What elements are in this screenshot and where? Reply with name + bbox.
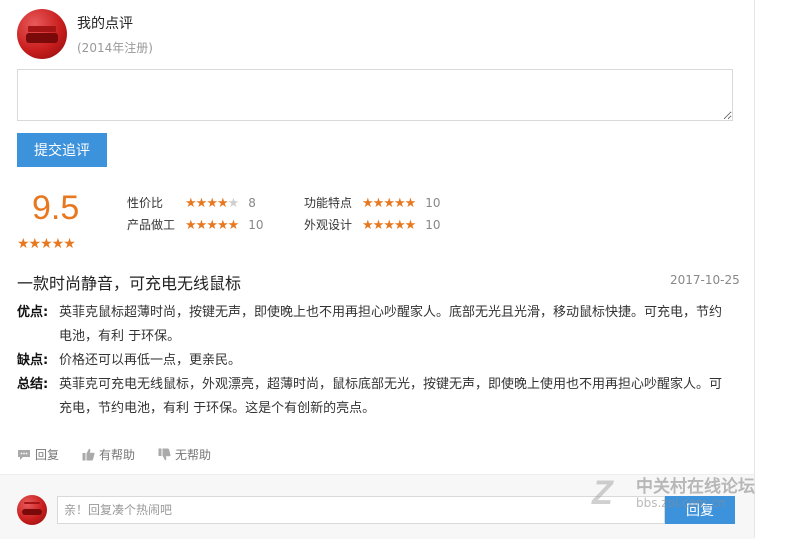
rating-stars: ★★★★★ [185, 218, 240, 234]
star-filled-icon: ★ [372, 218, 385, 233]
star-filled-icon: ★ [362, 196, 374, 211]
rating-workmanship: 产品做工 ★★★★★ 10 [127, 217, 264, 233]
helpful-label: 有帮助 [99, 448, 136, 462]
review-summary: 总结: 英菲克可充电无线鼠标，外观漂亮，超薄时尚，鼠标底部无光，按键无声，即使晚… [17, 373, 727, 421]
overall-score: 9.5 [32, 189, 80, 227]
cons-text: 价格还可以再低一点，更亲民。 [59, 353, 242, 368]
star-filled-icon: ★ [195, 196, 208, 211]
rating-label: 性价比 [127, 196, 164, 210]
rating-value-for-money: 性价比 ★★★★★ 8 [127, 195, 256, 211]
review-title: 一款时尚静音，可充电无线鼠标 [17, 274, 242, 293]
star-filled-icon: ★ [393, 196, 406, 211]
rating-number: 10 [248, 218, 264, 232]
star-filled-icon: ★ [393, 218, 406, 233]
rating-features: 功能特点 ★★★★★ 10 [304, 195, 441, 211]
star-filled-icon: ★ [216, 196, 229, 211]
star-filled-icon: ★ [404, 196, 417, 211]
helpful-action[interactable]: 有帮助 [82, 446, 135, 463]
summary-text: 英菲克可充电无线鼠标，外观漂亮，超薄时尚，鼠标底部无光，按键无声，即使晚上使用也… [59, 377, 723, 416]
unhelpful-label: 无帮助 [175, 448, 212, 462]
rating-stars: ★★★★★ [362, 196, 417, 212]
user-avatar[interactable] [17, 9, 67, 59]
star-filled-icon: ★ [362, 218, 374, 233]
overall-stars: ★★★★★ [17, 236, 76, 252]
rating-appearance: 外观设计 ★★★★★ 10 [304, 217, 441, 233]
unhelpful-action[interactable]: 无帮助 [158, 446, 211, 463]
right-divider [754, 0, 755, 538]
comment-icon [17, 449, 31, 461]
reply-input[interactable] [57, 496, 665, 524]
star-filled-icon: ★ [195, 218, 208, 233]
username[interactable]: 我的点评 [77, 13, 133, 33]
review-pros: 优点: 英菲克鼠标超薄时尚，按键无声，即使晚上也不用再担心吵醒家人。底部无光且光… [17, 301, 727, 349]
rating-label: 功能特点 [304, 196, 353, 210]
star-filled-icon: ★ [404, 218, 417, 233]
rating-number: 10 [425, 218, 441, 232]
review-date: 2017-10-25 [670, 273, 740, 287]
pros-text: 英菲克鼠标超薄时尚，按键无声，即使晚上也不用再担心吵醒家人。底部无光且光滑，移动… [59, 305, 723, 344]
star-filled-icon: ★ [185, 196, 197, 211]
star-filled-icon: ★ [372, 196, 385, 211]
rating-number: 8 [248, 196, 256, 210]
rating-stars: ★★★★★ [185, 196, 240, 212]
cons-label: 缺点: [17, 353, 49, 368]
pros-label: 优点: [17, 305, 49, 320]
star-empty-icon: ★ [227, 196, 240, 211]
star-filled-icon: ★ [383, 218, 395, 233]
review-cons: 缺点: 价格还可以再低一点，更亲民。 [17, 349, 727, 373]
submit-followup-button[interactable]: 提交追评 [17, 133, 107, 167]
rating-label: 产品做工 [127, 218, 176, 232]
star-filled-icon: ★ [185, 218, 197, 233]
star-filled-icon: ★ [206, 196, 218, 211]
current-user-avatar [17, 495, 47, 525]
reply-action[interactable]: 回复 [17, 446, 59, 463]
reply-action-label: 回复 [35, 448, 60, 462]
reply-submit-button[interactable]: 回复 [665, 496, 735, 524]
thumbs-down-icon [158, 448, 171, 461]
thumbs-up-icon [82, 448, 95, 461]
star-filled-icon: ★ [227, 218, 240, 233]
review-body: 优点: 英菲克鼠标超薄时尚，按键无声，即使晚上也不用再担心吵醒家人。底部无光且光… [17, 301, 727, 421]
followup-textarea[interactable] [17, 69, 733, 121]
rating-number: 10 [425, 196, 441, 210]
rating-stars: ★★★★★ [362, 218, 417, 234]
rating-label: 外观设计 [304, 218, 353, 232]
star-filled-icon: ★ [206, 218, 218, 233]
star-filled-icon: ★ [383, 196, 395, 211]
registration-date: (2014年注册) [77, 41, 153, 55]
star-filled-icon: ★ [216, 218, 229, 233]
summary-label: 总结: [17, 377, 49, 392]
